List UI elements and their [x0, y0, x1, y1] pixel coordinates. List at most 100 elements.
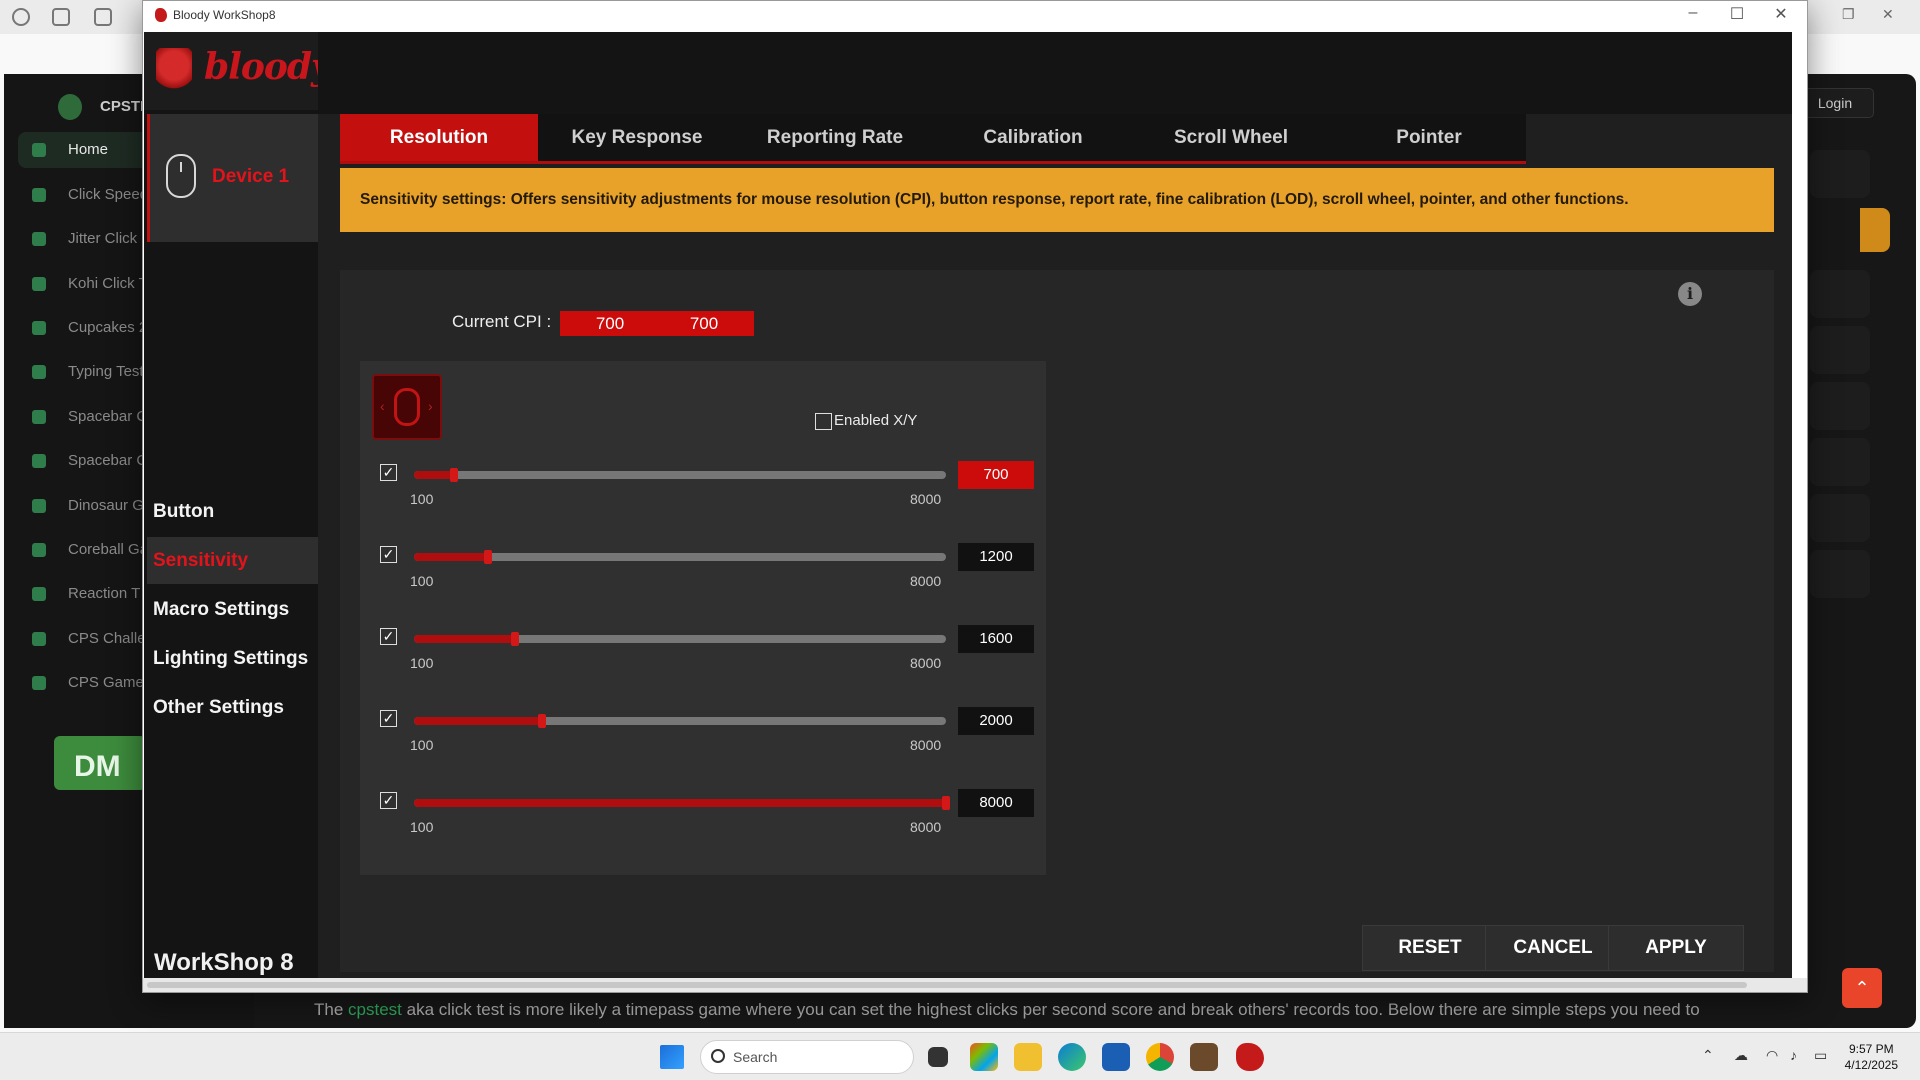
nav-item-button[interactable]: Button: [147, 488, 318, 535]
site-nav-icon: [32, 232, 46, 246]
onedrive-icon[interactable]: ☁: [1734, 1047, 1748, 1064]
site-nav-label: Home: [68, 141, 109, 158]
enabled-xy-checkbox[interactable]: [815, 413, 832, 430]
cpi-slider-handle[interactable]: [942, 796, 950, 810]
cpi-level-checkbox[interactable]: ✓: [380, 464, 397, 481]
nav-item-sensitivity[interactable]: Sensitivity: [147, 537, 318, 584]
cpi-slider-track[interactable]: [414, 796, 950, 810]
info-icon[interactable]: i: [1678, 282, 1702, 306]
minecraft-icon[interactable]: [1190, 1043, 1218, 1071]
search-icon: [711, 1049, 725, 1063]
cpi-slider-handle[interactable]: [484, 550, 493, 564]
cpi-level-checkbox[interactable]: ✓: [380, 792, 397, 809]
workshop-version: WorkShop 8: [154, 949, 294, 976]
mouse-icon: [394, 388, 420, 426]
wifi-icon[interactable]: ◠: [1766, 1047, 1778, 1064]
cpi-level-checkbox[interactable]: ✓: [380, 546, 397, 563]
device-card[interactable]: Device 1: [147, 114, 318, 242]
apply-button[interactable]: APPLY: [1608, 925, 1744, 971]
cpi-slider-track[interactable]: [414, 632, 946, 646]
scroll-top-button[interactable]: ⌃: [1842, 968, 1882, 1008]
dmca-badge[interactable]: DM: [54, 736, 146, 790]
cpi-level-checkbox[interactable]: ✓: [380, 710, 397, 727]
store-icon[interactable]: [1102, 1043, 1130, 1071]
volume-icon[interactable]: ♪: [1790, 1047, 1797, 1063]
cpi-level-value[interactable]: 1200: [958, 543, 1034, 571]
slider-min-label: 100: [410, 819, 434, 835]
nav-item-macro-settings[interactable]: Macro Settings: [147, 586, 318, 633]
m365-icon[interactable]: [970, 1043, 998, 1071]
start-icon[interactable]: [660, 1045, 684, 1069]
app-titlebar: Bloody WorkShop8 – ☐ ✕: [143, 1, 1807, 31]
tab-reporting-rate[interactable]: Reporting Rate: [736, 114, 934, 161]
nav-item-other-settings[interactable]: Other Settings: [147, 684, 318, 731]
cpi-slider-fill: [414, 471, 455, 479]
site-nav-icon: [32, 143, 46, 157]
edge-icon[interactable]: [1058, 1043, 1086, 1071]
profile-icon[interactable]: [12, 8, 30, 26]
mouse-icon: [166, 154, 196, 198]
top-header: [318, 32, 1792, 114]
cpi-level-value[interactable]: 1600: [958, 625, 1034, 653]
site-nav-label: Dinosaur Ga: [68, 497, 153, 514]
task-view-icon[interactable]: [928, 1047, 948, 1067]
site-nav-label: Coreball Ga: [68, 541, 149, 558]
chevron-left-icon: ‹: [380, 398, 385, 414]
bloody-app-icon[interactable]: [1236, 1043, 1264, 1071]
content-card: [1810, 494, 1870, 542]
cpi-level-checkbox[interactable]: ✓: [380, 628, 397, 645]
cpi-slider-track[interactable]: [414, 468, 946, 482]
minimize-icon[interactable]: –: [1673, 4, 1713, 22]
cpi-level-value[interactable]: 8000: [958, 789, 1034, 817]
device-name: Device 1: [212, 166, 290, 187]
device-thumbnail[interactable]: ‹ ›: [372, 374, 442, 440]
cancel-button[interactable]: CANCEL: [1485, 925, 1621, 971]
chrome-icon[interactable]: [1146, 1043, 1174, 1071]
site-logo-text[interactable]: CPSTI: [100, 98, 144, 115]
site-nav-icon: [32, 188, 46, 202]
cpi-level-value[interactable]: 700: [958, 461, 1034, 489]
tab-key-response[interactable]: Key Response: [538, 114, 736, 161]
slider-max-label: 8000: [910, 491, 942, 507]
cpi-slider-handle[interactable]: [450, 468, 459, 482]
taskbar-search[interactable]: Search: [700, 1040, 914, 1074]
cpi-slider-fill: [414, 553, 489, 561]
content-card: [1810, 382, 1870, 430]
tab-calibration[interactable]: Calibration: [934, 114, 1132, 161]
cpi-slider-fill: [414, 635, 515, 643]
nav-item-lighting-settings[interactable]: Lighting Settings: [147, 635, 318, 682]
cpi-slider-handle[interactable]: [537, 714, 546, 728]
workspaces-icon[interactable]: [52, 8, 70, 26]
content-card: [1810, 438, 1870, 486]
browser-restore-icon[interactable]: ❐: [1842, 6, 1855, 23]
tab-actions-icon[interactable]: [94, 8, 112, 26]
site-nav-label: Kohi Click T: [68, 275, 148, 292]
cpi-slider-track[interactable]: [414, 550, 946, 564]
file-explorer-icon[interactable]: [1014, 1043, 1042, 1071]
cpi-slider-handle[interactable]: [511, 632, 519, 646]
cpi-level-value[interactable]: 2000: [958, 707, 1034, 735]
site-nav-label: Spacebar Cl: [68, 452, 151, 469]
reset-button[interactable]: RESET: [1362, 925, 1498, 971]
site-nav-label: Spacebar C: [68, 408, 148, 425]
cpi-slider-track[interactable]: [414, 714, 946, 728]
horizontal-scrollbar[interactable]: [143, 978, 1807, 992]
site-nav-label: Reaction T: [68, 585, 141, 602]
scrollbar-thumb[interactable]: [147, 982, 1747, 988]
tab-resolution[interactable]: Resolution: [340, 114, 538, 161]
close-icon[interactable]: ✕: [1761, 4, 1801, 24]
cpi-slider-fill: [414, 717, 542, 725]
tray-chevron-icon[interactable]: ⌃: [1702, 1047, 1714, 1064]
tab-scroll-wheel[interactable]: Scroll Wheel: [1132, 114, 1330, 161]
browser-close-icon[interactable]: ✕: [1882, 6, 1894, 23]
cpstest-link[interactable]: cpstest: [348, 1000, 402, 1019]
tab-pointer[interactable]: Pointer: [1330, 114, 1528, 161]
bloody-logo: bloody: [144, 32, 332, 110]
system-clock[interactable]: 9:57 PM 4/12/2025: [1845, 1041, 1898, 1073]
slider-max-label: 8000: [910, 737, 942, 753]
content-card: [1810, 150, 1870, 198]
battery-icon[interactable]: ▭: [1814, 1047, 1827, 1064]
maximize-icon[interactable]: ☐: [1717, 4, 1757, 24]
left-nav: bloody Device 1 Button Sensitivity Macro S…: [144, 32, 332, 978]
content-card: [1810, 270, 1870, 318]
